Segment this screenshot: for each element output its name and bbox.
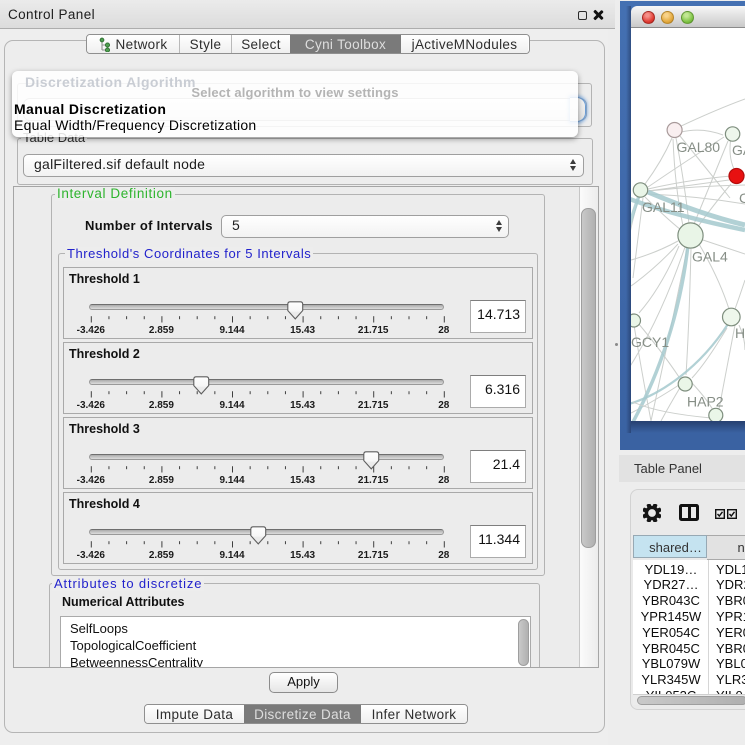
- svg-text:HIS4: HIS4: [735, 325, 745, 341]
- svg-text:GAL4: GAL4: [692, 249, 728, 265]
- svg-text:CDC1: CDC1: [739, 190, 745, 206]
- svg-text:GAL80: GAL80: [677, 139, 721, 155]
- svg-text:HAP2: HAP2: [687, 393, 724, 409]
- svg-text:GAL4: GAL4: [732, 142, 745, 158]
- svg-text:GAL11: GAL11: [642, 199, 685, 215]
- svg-text:GCY1: GCY1: [631, 334, 669, 350]
